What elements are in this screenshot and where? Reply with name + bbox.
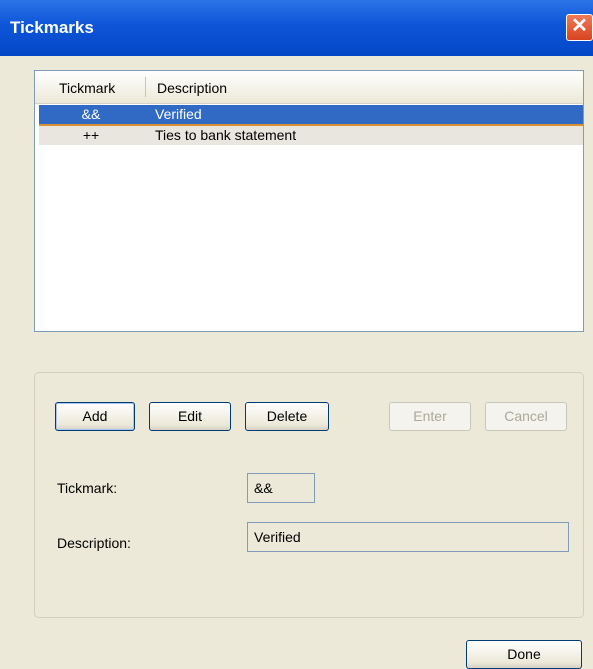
done-button-label: Done — [507, 646, 541, 662]
list-item[interactable]: && Verified — [39, 105, 583, 126]
column-separator[interactable] — [145, 77, 146, 97]
column-header-tickmark[interactable]: Tickmark — [59, 80, 115, 96]
add-button[interactable]: Add — [55, 402, 135, 431]
list-item-tickmark: ++ — [82, 127, 100, 143]
description-label: Description: — [57, 535, 131, 551]
add-button-label: Add — [82, 408, 108, 424]
list-item-tickmark: && — [81, 106, 101, 122]
list-item-description: Ties to bank statement — [155, 127, 297, 143]
done-button[interactable]: Done — [466, 640, 582, 669]
enter-button[interactable]: Enter — [389, 402, 471, 431]
description-field[interactable]: Verified — [247, 522, 569, 552]
close-button[interactable]: ✕ — [566, 14, 593, 41]
close-icon: ✕ — [571, 15, 588, 37]
edit-groupbox: Add Edit Delete Enter Cancel Tickmark: &… — [34, 372, 584, 618]
tickmark-field[interactable]: && — [247, 473, 315, 503]
enter-button-label: Enter — [413, 408, 447, 424]
edit-button-label: Edit — [177, 408, 203, 424]
cancel-button-label: Cancel — [504, 408, 548, 424]
title-bar[interactable]: Tickmarks ✕ — [0, 0, 593, 56]
window-title: Tickmarks — [10, 18, 94, 37]
column-header-description[interactable]: Description — [157, 80, 227, 96]
edit-button[interactable]: Edit — [149, 402, 231, 431]
tickmark-label: Tickmark: — [57, 480, 118, 496]
list-header: Tickmark Description — [35, 71, 583, 104]
delete-button[interactable]: Delete — [245, 402, 329, 431]
list-item-description: Verified — [155, 106, 202, 122]
list-item[interactable]: ++ Ties to bank statement — [39, 126, 583, 145]
tickmark-list[interactable]: Tickmark Description && Verified ++ Ties… — [34, 70, 584, 332]
cancel-button[interactable]: Cancel — [485, 402, 567, 431]
delete-button-label: Delete — [266, 408, 308, 424]
tickmarks-dialog: Tickmarks ✕ Tickmark Description && Veri… — [0, 0, 593, 669]
